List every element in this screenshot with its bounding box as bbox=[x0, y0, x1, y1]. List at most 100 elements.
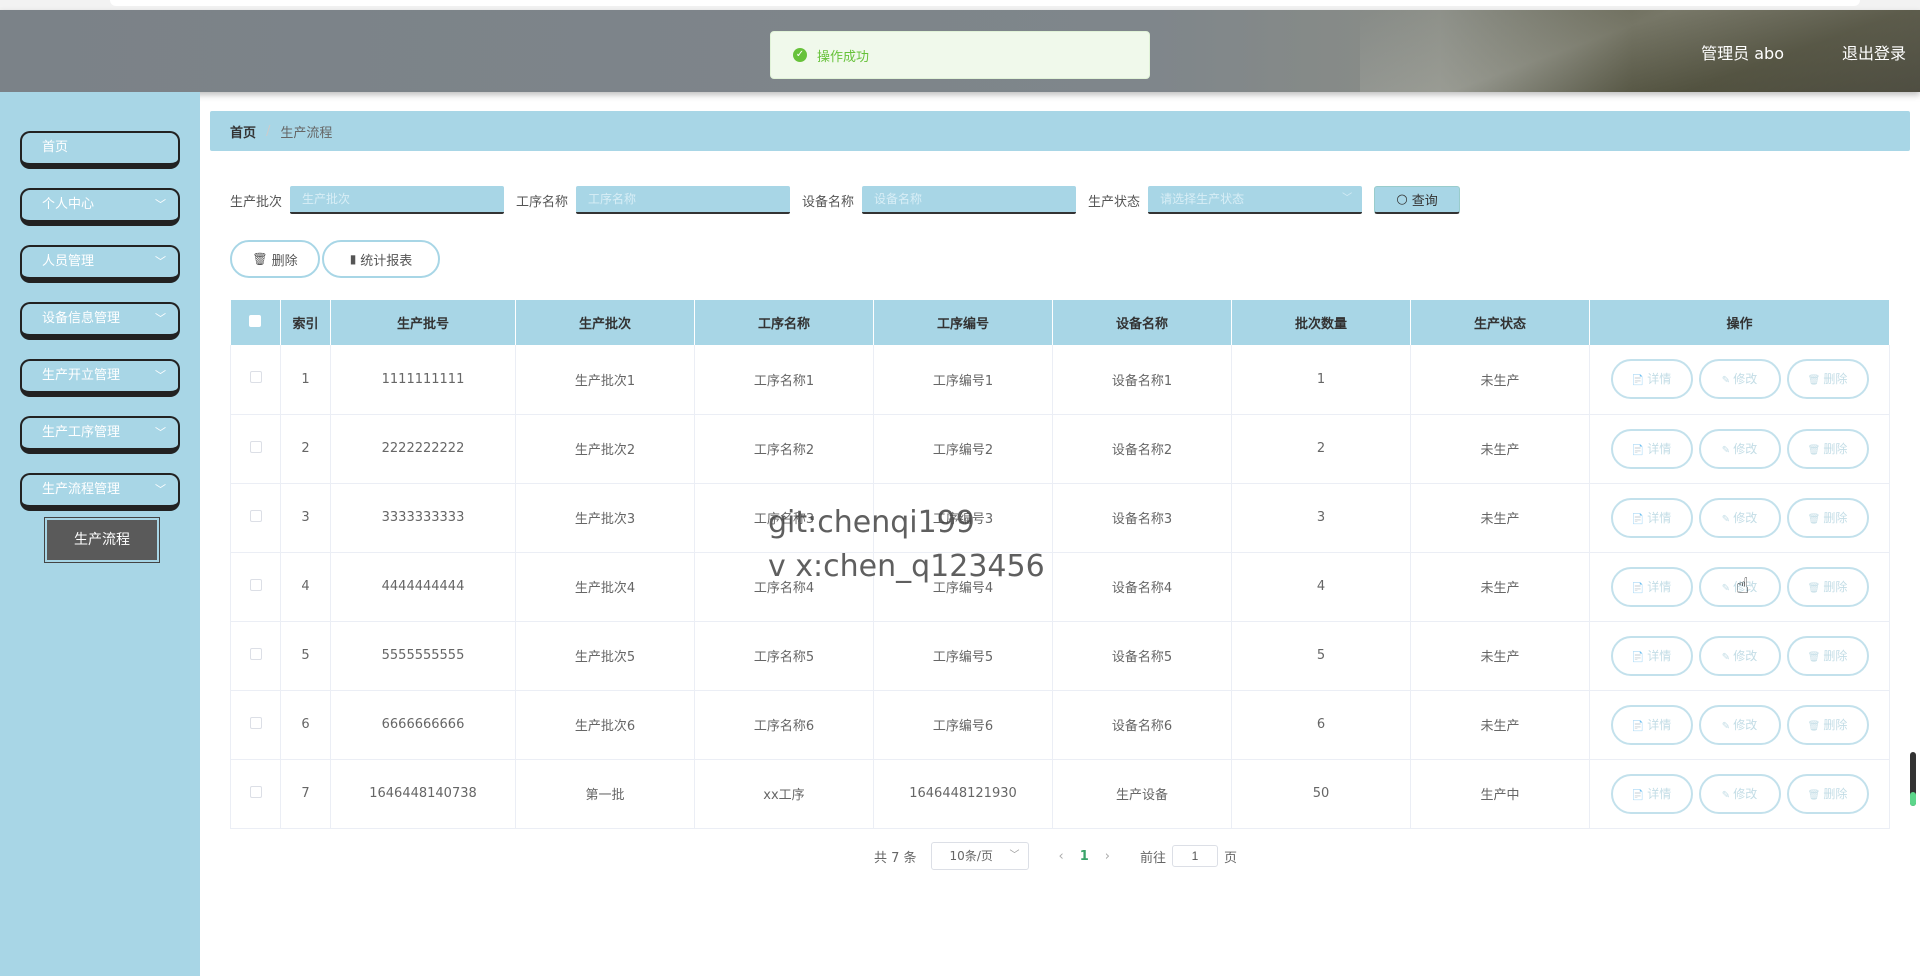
breadcrumb-home[interactable]: 首页 bbox=[230, 122, 256, 141]
row-select-cell[interactable] bbox=[230, 552, 281, 622]
page-size-select[interactable]: 10条/页 ﹀ bbox=[930, 842, 1029, 870]
actions-cell: 📄 详情 ✎ 修改 🗑 删除 bbox=[1589, 483, 1890, 553]
sidebar-subitem-production-flow[interactable]: 生产流程 bbox=[45, 518, 159, 562]
process-no-cell: 工序编号1 bbox=[873, 345, 1053, 415]
table-header-row: 索引 生产批号 生产批次 工序名称 工序编号 设备名称 批次数量 生产状态 操作 bbox=[230, 300, 1890, 345]
scroll-thumb[interactable] bbox=[1910, 792, 1916, 806]
sidebar-item-flow-management[interactable]: 生产流程管理 ﹀ bbox=[20, 473, 180, 511]
table-row: 6 6666666666 生产批次6 工序名称6 工序编号6 设备名称6 6 未生产 📄 详情 ✎ 修… bbox=[230, 690, 1890, 760]
process-name-cell: 工序名称6 bbox=[694, 690, 874, 760]
process-name-cell: 工序名称1 bbox=[694, 345, 874, 415]
row-select-cell[interactable] bbox=[230, 759, 281, 829]
row-select-cell[interactable] bbox=[230, 690, 281, 760]
trash-icon: 🗑 bbox=[1807, 444, 1821, 456]
select-all-checkbox[interactable] bbox=[249, 314, 262, 327]
header-background-image bbox=[1360, 10, 1920, 92]
row-checkbox[interactable] bbox=[249, 440, 262, 453]
goto-page-input[interactable] bbox=[1172, 845, 1219, 867]
device-name-input[interactable] bbox=[862, 186, 1077, 214]
device-name-cell: 设备名称6 bbox=[1052, 690, 1232, 760]
row-checkbox[interactable] bbox=[249, 716, 262, 729]
delete-button[interactable]: 🗑 删除 bbox=[1786, 566, 1869, 607]
delete-button[interactable]: 🗑 删除 bbox=[1786, 428, 1869, 469]
status-select-placeholder: 请选择生产状态 bbox=[1160, 192, 1245, 206]
sidebar-item-device-management[interactable]: 设备信息管理 ﹀ bbox=[20, 302, 180, 340]
pencil-icon: ✎ bbox=[1721, 375, 1731, 387]
batch-cell: 生产批次3 bbox=[515, 483, 695, 553]
index-cell: 4 bbox=[280, 552, 331, 622]
report-button[interactable]: ▮ 统计报表 bbox=[322, 240, 440, 278]
delete-button[interactable]: 🗑 删除 bbox=[1786, 773, 1869, 814]
edit-button[interactable]: ✎ 修改 bbox=[1698, 773, 1781, 814]
edit-button[interactable]: ✎ 修改 bbox=[1698, 704, 1781, 745]
trash-icon: 🗑 bbox=[1807, 582, 1821, 594]
batch-input[interactable] bbox=[290, 186, 505, 214]
sidebar-item-label: 生产流程管理 bbox=[42, 482, 121, 497]
column-header: 设备名称 bbox=[1052, 300, 1232, 345]
logout-button[interactable]: 退出登录 bbox=[1842, 40, 1906, 64]
prev-page-button[interactable]: ‹ bbox=[1059, 849, 1064, 864]
edit-button[interactable]: ✎ 修改 bbox=[1698, 497, 1781, 538]
row-checkbox[interactable] bbox=[249, 509, 262, 522]
sidebar-item-production-open[interactable]: 生产开立管理 ﹀ bbox=[20, 359, 180, 397]
column-header: 索引 bbox=[280, 300, 331, 345]
page-number[interactable]: 1 bbox=[1080, 849, 1089, 864]
bulk-delete-button[interactable]: 🗑 删除 bbox=[230, 240, 320, 278]
detail-button[interactable]: 📄 详情 bbox=[1610, 428, 1693, 469]
row-select-cell[interactable] bbox=[230, 345, 281, 415]
delete-button[interactable]: 🗑 删除 bbox=[1786, 635, 1869, 676]
device-name-cell: 生产设备 bbox=[1052, 759, 1232, 829]
row-checkbox[interactable] bbox=[249, 785, 262, 798]
detail-button[interactable]: 📄 详情 bbox=[1610, 359, 1693, 400]
address-bar bbox=[110, 0, 1860, 6]
quantity-cell: 5 bbox=[1231, 621, 1411, 691]
sidebar-item-label: 人员管理 bbox=[42, 254, 95, 269]
row-select-cell[interactable] bbox=[230, 483, 281, 553]
delete-button-label: 删除 bbox=[1823, 717, 1848, 732]
detail-button[interactable]: 📄 详情 bbox=[1610, 635, 1693, 676]
sidebar-item-staff-management[interactable]: 人员管理 ﹀ bbox=[20, 245, 180, 283]
batch-cell: 生产批次4 bbox=[515, 552, 695, 622]
edit-button[interactable]: ✎ 修改 bbox=[1698, 635, 1781, 676]
row-checkbox[interactable] bbox=[249, 647, 262, 660]
chevron-down-icon: ﹀ bbox=[1009, 850, 1020, 861]
status-select[interactable]: 请选择生产状态 ﹀ bbox=[1148, 186, 1363, 214]
row-checkbox[interactable] bbox=[249, 371, 262, 384]
scrollbar[interactable] bbox=[1910, 752, 1916, 806]
status-cell: 生产中 bbox=[1410, 759, 1590, 829]
batch-no-cell: 6666666666 bbox=[330, 690, 516, 760]
query-button[interactable]: ○ 查询 bbox=[1374, 186, 1461, 214]
select-all-cell[interactable] bbox=[230, 300, 281, 345]
delete-button[interactable]: 🗑 删除 bbox=[1786, 497, 1869, 538]
row-checkbox[interactable] bbox=[249, 578, 262, 591]
delete-button[interactable]: 🗑 删除 bbox=[1786, 704, 1869, 745]
detail-button-label: 详情 bbox=[1647, 510, 1672, 525]
check-circle-icon: ✓ bbox=[793, 48, 807, 62]
chevron-down-icon: ﹀ bbox=[1342, 193, 1353, 204]
process-name-cell: xx工序 bbox=[694, 759, 874, 829]
detail-button-label: 详情 bbox=[1647, 717, 1672, 732]
device-name-cell: 设备名称5 bbox=[1052, 621, 1232, 691]
batch-label: 生产批次 bbox=[230, 194, 283, 210]
delete-button[interactable]: 🗑 删除 bbox=[1786, 359, 1869, 400]
goto-suffix: 页 bbox=[1224, 850, 1238, 866]
browser-top-strip bbox=[0, 0, 1920, 10]
edit-button-label: 修改 bbox=[1733, 441, 1758, 456]
row-select-cell[interactable] bbox=[230, 414, 281, 484]
row-select-cell[interactable] bbox=[230, 621, 281, 691]
next-page-button[interactable]: › bbox=[1105, 849, 1110, 864]
sidebar-item-home[interactable]: 首页 bbox=[20, 131, 180, 169]
sidebar-item-process-management[interactable]: 生产工序管理 ﹀ bbox=[20, 416, 180, 454]
sidebar-item-personal-center[interactable]: 个人中心 ﹀ bbox=[20, 188, 180, 226]
detail-button[interactable]: 📄 详情 bbox=[1610, 773, 1693, 814]
edit-button[interactable]: ✎ 修改 bbox=[1698, 359, 1781, 400]
trash-icon: 🗑 bbox=[1807, 513, 1821, 525]
process-name-input[interactable] bbox=[576, 186, 791, 214]
column-header: 生产批次 bbox=[515, 300, 695, 345]
batch-cell: 生产批次2 bbox=[515, 414, 695, 484]
detail-button[interactable]: 📄 详情 bbox=[1610, 497, 1693, 538]
edit-button[interactable]: ✎ 修改 bbox=[1698, 428, 1781, 469]
detail-button[interactable]: 📄 详情 bbox=[1610, 704, 1693, 745]
detail-button[interactable]: 📄 详情 bbox=[1610, 566, 1693, 607]
status-cell: 未生产 bbox=[1410, 690, 1590, 760]
